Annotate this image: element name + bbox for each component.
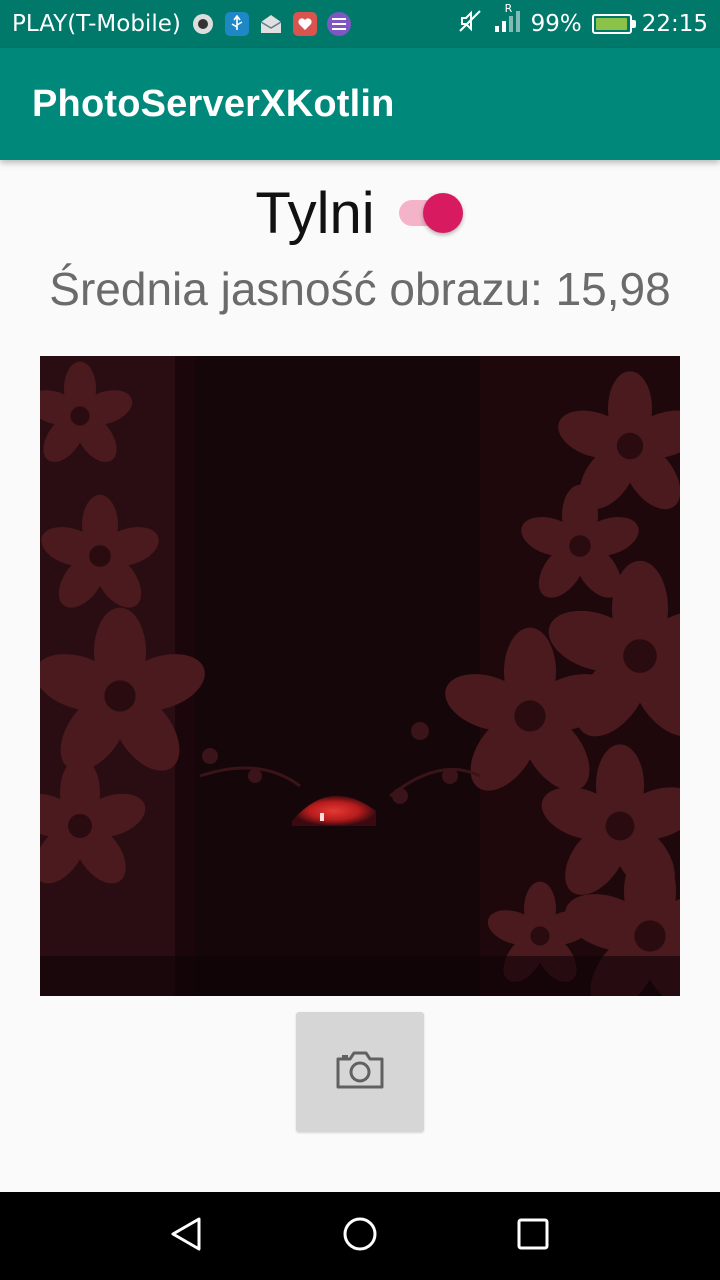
brightness-label: Średnia jasność obrazu: 15,98: [49, 263, 671, 315]
usb-icon: [224, 12, 249, 36]
signal-icon: R: [493, 2, 521, 40]
recents-icon: [516, 1217, 550, 1255]
camera-switch[interactable]: [398, 193, 465, 233]
battery-icon: [591, 14, 636, 34]
camera-switch-label: Tylni: [255, 180, 375, 246]
mute-icon: [457, 8, 483, 40]
battery-fill: [595, 18, 628, 30]
clock: 22:15: [641, 11, 708, 37]
roaming-indicator: R: [504, 2, 513, 15]
carrier-label: PLAY(T-Mobile): [12, 11, 181, 37]
status-right: R 99% 22:15: [457, 2, 708, 40]
recents-button[interactable]: [503, 1206, 563, 1266]
camera-app-icon: [191, 12, 215, 36]
status-bar: PLAY(T-Mobile) R 99% 22:15: [0, 0, 720, 48]
camera-icon: [334, 1049, 386, 1095]
back-icon: [169, 1216, 205, 1256]
status-left: PLAY(T-Mobile): [12, 11, 351, 37]
health-app-icon: [292, 12, 317, 36]
email-icon: [259, 12, 283, 36]
back-button[interactable]: [157, 1206, 217, 1266]
camera-switch-row: Tylni: [0, 178, 720, 248]
home-icon: [342, 1216, 378, 1256]
battery-percent: 99%: [530, 11, 582, 37]
list-app-icon: [326, 12, 351, 36]
navigation-bar: [0, 1192, 720, 1280]
switch-thumb[interactable]: [422, 193, 463, 233]
take-photo-button[interactable]: [296, 1012, 424, 1132]
photo-preview: [40, 356, 680, 996]
app-title: PhotoServerXKotlin: [32, 82, 395, 125]
home-button[interactable]: [330, 1206, 390, 1266]
app-bar: PhotoServerXKotlin: [0, 48, 720, 160]
